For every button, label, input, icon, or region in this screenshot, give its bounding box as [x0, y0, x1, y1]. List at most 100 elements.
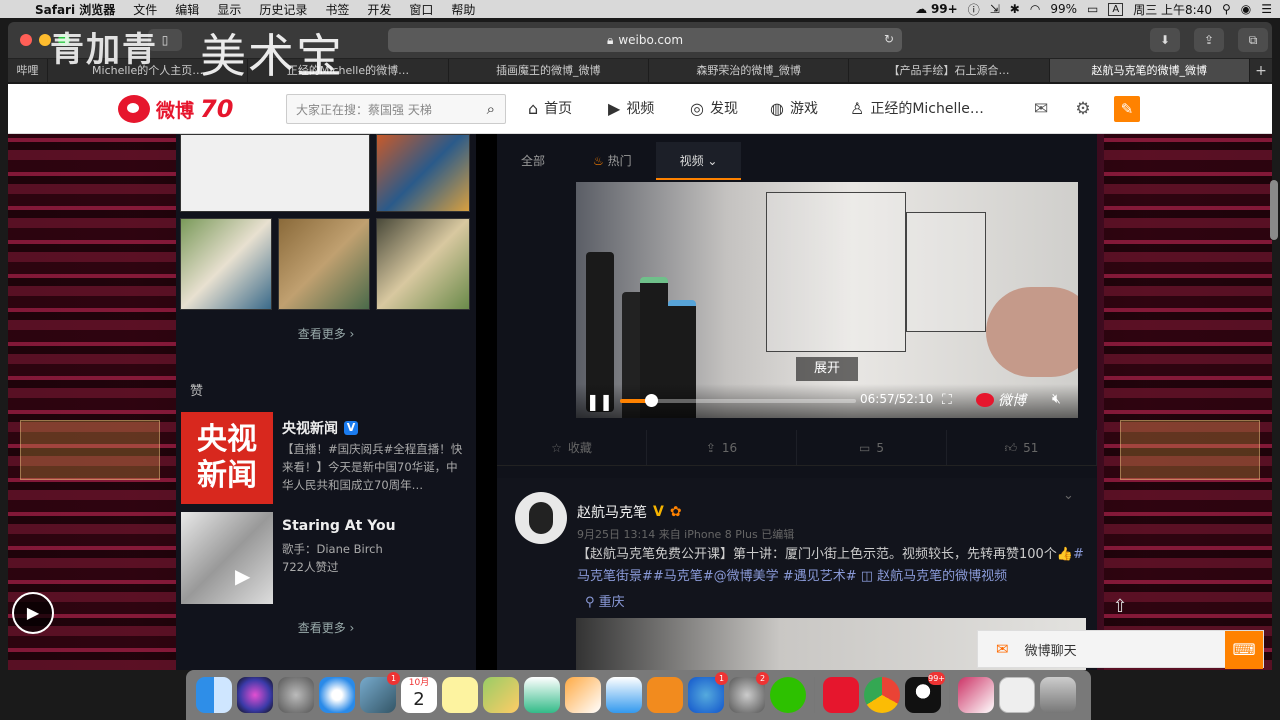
share-button[interactable]: ⇪	[1194, 28, 1224, 52]
safari-toolbar: ▯ 🔒︎ weibo.com ↻ ⬇ ⇪ ⧉ 哔哩 Michelle的个人主页……	[8, 22, 1272, 82]
maps-icon[interactable]	[483, 677, 519, 713]
app-icon[interactable]	[958, 677, 994, 713]
menu-help[interactable]: 帮助	[442, 1, 484, 18]
notification-icon[interactable]: ☁ 99+	[915, 2, 958, 16]
album-thumb[interactable]	[278, 218, 370, 310]
weibo-icon[interactable]	[823, 677, 859, 713]
mail-icon[interactable]: ✉	[1028, 96, 1054, 122]
reload-icon[interactable]: ↻	[884, 32, 894, 46]
system-preferences-icon[interactable]: 2	[729, 672, 769, 713]
floating-play-button[interactable]: ▶	[12, 592, 54, 634]
expand-button[interactable]: 展开	[796, 357, 858, 381]
fullscreen-icon[interactable]: ⛶	[942, 392, 952, 408]
compose-button[interactable]: ✎	[1114, 96, 1140, 122]
tab-hot[interactable]: ♨ 热门	[569, 142, 656, 180]
search-icon[interactable]: ⌕	[487, 100, 495, 118]
finder-icon[interactable]	[196, 677, 232, 713]
menu-develop[interactable]: 开发	[358, 1, 400, 18]
favorite-button[interactable]: ☆ 收藏	[497, 430, 647, 465]
post-location[interactable]: ⚲ 重庆	[585, 591, 625, 610]
menu-view[interactable]: 显示	[208, 1, 250, 18]
menu-file[interactable]: 文件	[124, 1, 166, 18]
bluetooth-icon[interactable]: ✱	[1010, 2, 1020, 16]
pause-icon[interactable]: ❚❚	[586, 392, 613, 411]
weibo-logo[interactable]: 微博 70	[118, 88, 278, 130]
document-folder-icon[interactable]	[999, 677, 1035, 713]
menu-bookmarks[interactable]: 书签	[316, 1, 358, 18]
post-author[interactable]: 赵航马克笔 V ✿	[577, 502, 682, 522]
tab-3[interactable]: 插画魔王的微博_微博	[449, 59, 649, 82]
liked-item-song[interactable]: ▶ Staring At You 歌手：Diane Birch 722人赞过	[180, 512, 472, 606]
like-button[interactable]: 👍︎ 51	[947, 430, 1097, 465]
nav-profile[interactable]: ♙ 正经的Michelle…	[850, 98, 984, 118]
siri-icon[interactable]	[237, 677, 273, 713]
tab-5[interactable]: 【产品手绘】石上源合…	[849, 59, 1050, 82]
menu-window[interactable]: 窗口	[400, 1, 442, 18]
nav-discover[interactable]: ◎ 发现	[690, 98, 738, 118]
address-bar[interactable]: 🔒︎ weibo.com ↻	[388, 28, 902, 52]
song-likes: 722人赞过	[282, 560, 339, 574]
search-input[interactable]: 大家正在搜：蔡国强 天梯 ⌕	[286, 94, 506, 124]
downloads-button[interactable]: ⬇	[1150, 28, 1180, 52]
video-progress-bar[interactable]	[620, 394, 856, 407]
menu-list-icon[interactable]: ☰	[1261, 2, 1272, 16]
calendar-icon[interactable]: 10月 2	[401, 677, 437, 713]
input-method[interactable]: A	[1108, 2, 1124, 16]
album-thumb[interactable]	[376, 218, 470, 310]
nav-home[interactable]: ⌂ 首页	[528, 98, 572, 118]
preview-icon[interactable]: 1	[360, 672, 400, 713]
siri-icon[interactable]: ◉	[1241, 2, 1251, 16]
menu-history[interactable]: 历史记录	[250, 1, 316, 18]
close-window-button[interactable]	[20, 34, 32, 46]
avatar[interactable]	[515, 492, 567, 544]
progress-knob[interactable]	[644, 394, 658, 407]
info-icon[interactable]: ⓘ	[968, 1, 980, 18]
qq-icon[interactable]: 99+	[905, 672, 945, 713]
launchpad-icon[interactable]	[278, 677, 314, 713]
see-more-link[interactable]: 查看更多 ›	[176, 612, 476, 644]
clock[interactable]: 周三 上午8:40	[1133, 1, 1212, 18]
repost-button[interactable]: ⇪ 16	[647, 430, 797, 465]
nav-games[interactable]: ◍ 游戏	[770, 98, 818, 118]
tab-overview-button[interactable]: ⧉	[1238, 28, 1268, 52]
tab-6-active[interactable]: 赵航马克笔的微博_微博	[1049, 59, 1250, 82]
keynote-icon[interactable]	[606, 677, 642, 713]
tab-all[interactable]: 全部	[497, 142, 569, 180]
chevron-down-icon[interactable]: ⌄	[1063, 488, 1074, 503]
battery-icon[interactable]: ▭	[1087, 2, 1098, 16]
tab-video-selected[interactable]: 视频 ⌄	[655, 142, 742, 180]
menu-safari[interactable]: Safari 浏览器	[26, 1, 124, 18]
settings-gear-icon[interactable]: ⚙	[1070, 96, 1096, 122]
page-scrollbar[interactable]	[1270, 180, 1278, 240]
safari-icon[interactable]	[319, 677, 355, 713]
download-status-icon[interactable]: ⇲	[990, 2, 1000, 16]
spotlight-search-icon[interactable]: ⚲	[1222, 2, 1231, 16]
weibo-chat-bar[interactable]: ✉ 微博聊天 ⌨	[977, 630, 1264, 669]
new-tab-button[interactable]: +	[1250, 59, 1272, 82]
back-to-top-icon[interactable]: ⇧	[1100, 592, 1140, 622]
notes-icon[interactable]	[442, 677, 478, 713]
album-thumb[interactable]	[376, 134, 470, 212]
wechat-icon[interactable]	[770, 677, 806, 713]
video-player[interactable]	[576, 182, 1078, 418]
mute-icon[interactable]: 🔇︎	[1052, 391, 1061, 407]
chat-open-icon[interactable]: ⌨	[1225, 631, 1263, 669]
trash-icon[interactable]	[1040, 677, 1076, 713]
numbers-icon[interactable]	[524, 677, 560, 713]
nav-video[interactable]: ▶ 视频	[608, 98, 654, 118]
tab-4[interactable]: 森野荣治的微博_微博	[649, 59, 850, 82]
album-thumb[interactable]	[180, 218, 272, 310]
comment-button[interactable]: ▭ 5	[797, 430, 947, 465]
wifi-icon[interactable]: ◠	[1030, 2, 1040, 16]
see-more-link[interactable]: 查看更多 ›	[176, 318, 476, 350]
album-thumb[interactable]	[180, 134, 370, 212]
liked-item-cctv[interactable]: 央视 新闻 央视新闻 V 【直播！#国庆阅兵#全程直播！快来看！】今天是新中国70华…	[180, 412, 472, 506]
tab-0[interactable]: 哔哩	[8, 59, 48, 82]
play-overlay-icon[interactable]: ▶	[235, 564, 250, 588]
pages-icon[interactable]	[565, 677, 601, 713]
menu-edit[interactable]: 编辑	[166, 1, 208, 18]
books-icon[interactable]	[647, 677, 683, 713]
post-text: 【赵航马克笔免费公开课】第十讲：厦门小街上色示范。视频较长，先转再赞100个👍#…	[577, 544, 1087, 588]
chrome-icon[interactable]	[864, 677, 900, 713]
app-store-icon[interactable]: 1	[688, 672, 728, 713]
